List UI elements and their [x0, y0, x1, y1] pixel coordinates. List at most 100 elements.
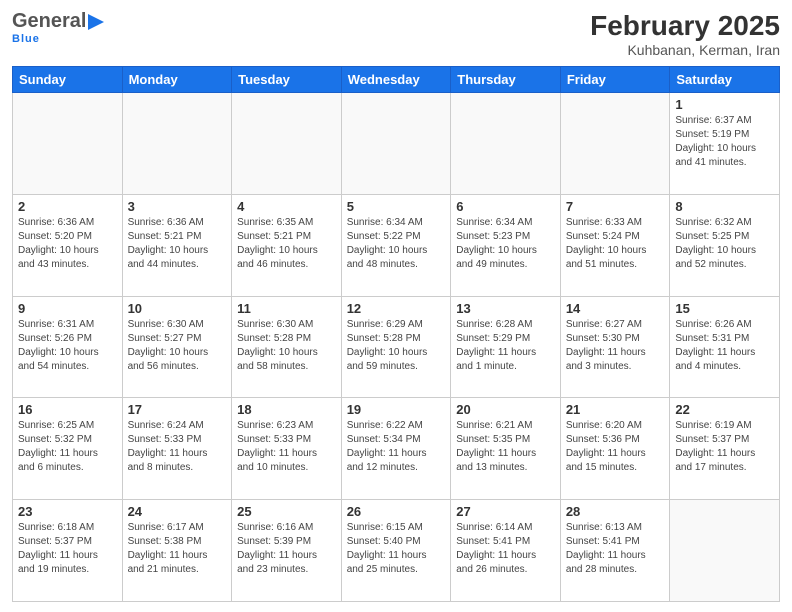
day-info: Sunrise: 6:25 AM Sunset: 5:32 PM Dayligh… [18, 419, 117, 475]
logo: General Blue [12, 10, 108, 45]
day-number: 3 [128, 199, 227, 214]
day-number: 7 [566, 199, 665, 214]
day-number: 11 [237, 301, 336, 316]
month-title: February 2025 [590, 10, 780, 42]
day-info: Sunrise: 6:24 AM Sunset: 5:33 PM Dayligh… [128, 419, 227, 475]
day-info: Sunrise: 6:22 AM Sunset: 5:34 PM Dayligh… [347, 419, 446, 475]
col-saturday: Saturday [670, 67, 780, 93]
calendar-week-0: 1Sunrise: 6:37 AM Sunset: 5:19 PM Daylig… [13, 93, 780, 195]
calendar-cell: 23Sunrise: 6:18 AM Sunset: 5:37 PM Dayli… [13, 500, 123, 602]
calendar-cell: 12 Sunrise: 6:29 AM Sunset: 5:28 PM Dayli… [341, 296, 451, 398]
day-info: Sunrise: 6:36 AM Sunset: 5:21 PM Dayligh… [128, 216, 227, 272]
calendar-cell: 11 Sunrise: 6:30 AM Sunset: 5:28 PM Dayli… [232, 296, 342, 398]
logo-general: General [12, 10, 86, 33]
day-number: 20 [456, 402, 555, 417]
calendar-cell: 18 Sunrise: 6:23 AM Sunset: 5:33 PM Dayli… [232, 398, 342, 500]
day-number: 12 [347, 301, 446, 316]
calendar-cell: 7 Sunrise: 6:33 AM Sunset: 5:24 PM Daylig… [560, 194, 670, 296]
day-number: 21 [566, 402, 665, 417]
day-info: Sunrise: 6:32 AM Sunset: 5:25 PM Dayligh… [675, 216, 774, 272]
day-number: 26 [347, 504, 446, 519]
day-number: 19 [347, 402, 446, 417]
calendar-cell: 15 Sunrise: 6:26 AM Sunset: 5:31 PM Dayli… [670, 296, 780, 398]
calendar-cell: 16 Sunrise: 6:25 AM Sunset: 5:32 PM Dayli… [13, 398, 123, 500]
calendar-cell [670, 500, 780, 602]
calendar-cell: 5 Sunrise: 6:34 AM Sunset: 5:22 PM Daylig… [341, 194, 451, 296]
day-info: Sunrise: 6:27 AM Sunset: 5:30 PM Dayligh… [566, 318, 665, 374]
calendar-cell: 20 Sunrise: 6:21 AM Sunset: 5:35 PM Dayli… [451, 398, 561, 500]
location: Kuhbanan, Kerman, Iran [590, 42, 780, 58]
day-number: 13 [456, 301, 555, 316]
calendar-cell: 21 Sunrise: 6:20 AM Sunset: 5:36 PM Dayli… [560, 398, 670, 500]
calendar-cell [560, 93, 670, 195]
day-info: Sunrise: 6:13 AM Sunset: 5:41 PM Dayligh… [566, 521, 665, 577]
day-info: Sunrise: 6:31 AM Sunset: 5:26 PM Dayligh… [18, 318, 117, 374]
calendar-cell: 22 Sunrise: 6:19 AM Sunset: 5:37 PM Dayli… [670, 398, 780, 500]
day-info: Sunrise: 6:34 AM Sunset: 5:23 PM Dayligh… [456, 216, 555, 272]
calendar-cell: 10Sunrise: 6:30 AM Sunset: 5:27 PM Dayli… [122, 296, 232, 398]
calendar-cell [451, 93, 561, 195]
page: General Blue February 2025 Kuhbanan, Ker… [0, 0, 792, 612]
calendar-week-1: 2Sunrise: 6:36 AM Sunset: 5:20 PM Daylig… [13, 194, 780, 296]
day-number: 16 [18, 402, 117, 417]
calendar-week-4: 23Sunrise: 6:18 AM Sunset: 5:37 PM Dayli… [13, 500, 780, 602]
calendar-week-2: 9 Sunrise: 6:31 AM Sunset: 5:26 PM Daylig… [13, 296, 780, 398]
calendar-cell: 3 Sunrise: 6:36 AM Sunset: 5:21 PM Daylig… [122, 194, 232, 296]
calendar-cell: 2Sunrise: 6:36 AM Sunset: 5:20 PM Daylig… [13, 194, 123, 296]
col-tuesday: Tuesday [232, 67, 342, 93]
day-number: 27 [456, 504, 555, 519]
day-number: 25 [237, 504, 336, 519]
calendar-cell: 17 Sunrise: 6:24 AM Sunset: 5:33 PM Dayli… [122, 398, 232, 500]
day-info: Sunrise: 6:26 AM Sunset: 5:31 PM Dayligh… [675, 318, 774, 374]
calendar-cell: 14Sunrise: 6:27 AM Sunset: 5:30 PM Dayli… [560, 296, 670, 398]
day-info: Sunrise: 6:19 AM Sunset: 5:37 PM Dayligh… [675, 419, 774, 475]
day-number: 24 [128, 504, 227, 519]
calendar-cell [232, 93, 342, 195]
day-info: Sunrise: 6:14 AM Sunset: 5:41 PM Dayligh… [456, 521, 555, 577]
calendar-table: Sunday Monday Tuesday Wednesday Thursday… [12, 66, 780, 602]
day-number: 9 [18, 301, 117, 316]
calendar-cell: 24 Sunrise: 6:17 AM Sunset: 5:38 PM Dayli… [122, 500, 232, 602]
day-number: 2 [18, 199, 117, 214]
calendar-cell: 4Sunrise: 6:35 AM Sunset: 5:21 PM Daylig… [232, 194, 342, 296]
day-info: Sunrise: 6:33 AM Sunset: 5:24 PM Dayligh… [566, 216, 665, 272]
day-info: Sunrise: 6:30 AM Sunset: 5:28 PM Dayligh… [237, 318, 336, 374]
calendar-header-row: Sunday Monday Tuesday Wednesday Thursday… [13, 67, 780, 93]
day-info: Sunrise: 6:35 AM Sunset: 5:21 PM Dayligh… [237, 216, 336, 272]
calendar-week-3: 16 Sunrise: 6:25 AM Sunset: 5:32 PM Dayli… [13, 398, 780, 500]
day-number: 8 [675, 199, 774, 214]
calendar-cell: 28Sunrise: 6:13 AM Sunset: 5:41 PM Dayli… [560, 500, 670, 602]
day-number: 15 [675, 301, 774, 316]
day-number: 22 [675, 402, 774, 417]
day-info: Sunrise: 6:21 AM Sunset: 5:35 PM Dayligh… [456, 419, 555, 475]
day-info: Sunrise: 6:15 AM Sunset: 5:40 PM Dayligh… [347, 521, 446, 577]
logo-icon [86, 12, 108, 32]
day-info: Sunrise: 6:28 AM Sunset: 5:29 PM Dayligh… [456, 318, 555, 374]
day-info: Sunrise: 6:17 AM Sunset: 5:38 PM Dayligh… [128, 521, 227, 577]
calendar-cell: 25 Sunrise: 6:16 AM Sunset: 5:39 PM Dayli… [232, 500, 342, 602]
calendar-cell [122, 93, 232, 195]
day-number: 17 [128, 402, 227, 417]
calendar-cell: 9 Sunrise: 6:31 AM Sunset: 5:26 PM Daylig… [13, 296, 123, 398]
header: General Blue February 2025 Kuhbanan, Ker… [12, 10, 780, 58]
day-number: 23 [18, 504, 117, 519]
calendar-cell: 13 Sunrise: 6:28 AM Sunset: 5:29 PM Dayli… [451, 296, 561, 398]
day-info: Sunrise: 6:30 AM Sunset: 5:27 PM Dayligh… [128, 318, 227, 374]
calendar-cell [13, 93, 123, 195]
day-info: Sunrise: 6:20 AM Sunset: 5:36 PM Dayligh… [566, 419, 665, 475]
day-number: 1 [675, 97, 774, 112]
col-wednesday: Wednesday [341, 67, 451, 93]
day-info: Sunrise: 6:23 AM Sunset: 5:33 PM Dayligh… [237, 419, 336, 475]
day-number: 5 [347, 199, 446, 214]
title-area: February 2025 Kuhbanan, Kerman, Iran [590, 10, 780, 58]
day-info: Sunrise: 6:16 AM Sunset: 5:39 PM Dayligh… [237, 521, 336, 577]
day-info: Sunrise: 6:29 AM Sunset: 5:28 PM Dayligh… [347, 318, 446, 374]
logo-blue-text: Blue [12, 33, 40, 45]
col-friday: Friday [560, 67, 670, 93]
col-sunday: Sunday [13, 67, 123, 93]
calendar-cell: 19 Sunrise: 6:22 AM Sunset: 5:34 PM Dayli… [341, 398, 451, 500]
day-info: Sunrise: 6:34 AM Sunset: 5:22 PM Dayligh… [347, 216, 446, 272]
calendar-cell: 27 Sunrise: 6:14 AM Sunset: 5:41 PM Dayli… [451, 500, 561, 602]
day-number: 18 [237, 402, 336, 417]
col-thursday: Thursday [451, 67, 561, 93]
